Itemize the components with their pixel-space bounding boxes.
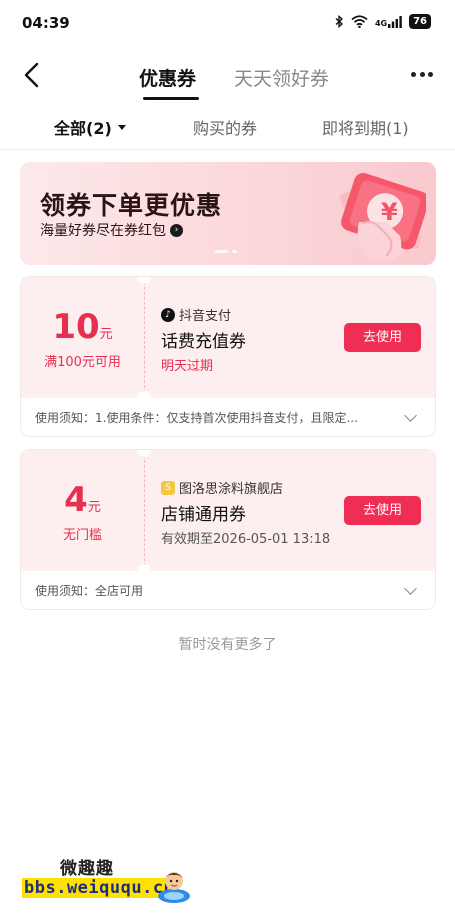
coupon-shop: ♪ 抖音支付: [161, 305, 231, 324]
watermark-url: bbs.weiququ.cn: [22, 878, 177, 898]
back-button[interactable]: [18, 60, 48, 90]
active-tab-indicator: [143, 97, 199, 100]
coupon-amount: 4元: [21, 480, 144, 520]
filter-all[interactable]: 全部(2): [54, 115, 126, 139]
coupon-amount-unit: 元: [99, 327, 113, 342]
coupon-shop-name: 抖音支付: [179, 309, 232, 324]
coupon-info-section: S 图洛思涂料旗舰店 店铺通用券 有效期至2026-05-01 13:18 去使…: [145, 450, 435, 571]
no-more-text: 暂时没有更多了: [178, 637, 277, 653]
coupon-name: 话费充值券: [161, 332, 246, 352]
chevron-down-icon: [404, 409, 417, 422]
wifi-icon: [351, 15, 368, 28]
filter-bar: 全部(2) 购买的券 即将到期(1): [0, 112, 455, 148]
tab-coupons[interactable]: 优惠券: [139, 64, 196, 91]
watermark-title: 微趣趣: [60, 859, 114, 879]
coupon-card: 4元 无门槛 S 图洛思涂料旗舰店 店铺通用券 有效期至2026-05-01 1…: [20, 449, 436, 610]
chevron-down-icon: [404, 582, 417, 595]
coupon-hand-illustration: ¥: [339, 172, 426, 260]
coupon-amount-value: 4: [64, 480, 88, 520]
coupon-shop: S 图洛思涂料旗舰店: [161, 478, 283, 497]
coupon-notice-text: 使用须知：全店可用: [35, 584, 144, 598]
coupon-card: 10元 满100元可用 ♪ 抖音支付 话费充值券 明天过期 去使用 使用须知：1…: [20, 276, 436, 437]
battery-icon: 76: [409, 14, 431, 29]
divider: [0, 149, 455, 150]
network-label: 4G: [374, 18, 388, 28]
banner-subtitle: 海量好券尽在券红包: [40, 223, 166, 239]
use-coupon-button[interactable]: 去使用: [344, 323, 421, 352]
signal-icon: [388, 15, 402, 28]
coupon-info-section: ♪ 抖音支付 话费充值券 明天过期 去使用: [145, 277, 435, 398]
coupon-value-section: 4元 无门槛: [21, 450, 144, 571]
douyin-icon: ♪: [161, 307, 175, 322]
yuan-symbol: ¥: [381, 198, 398, 226]
coupon-body: 10元 满100元可用 ♪ 抖音支付 话费充值券 明天过期 去使用: [21, 277, 435, 405]
filter-purchased[interactable]: 购买的券: [193, 115, 257, 139]
coupon-notice-text: 使用须知：1.使用条件：仅支持首次使用抖音支付，且限定...: [35, 411, 358, 425]
status-icons: 4G 76: [335, 14, 431, 29]
coupon-shop-name: 图洛思涂料旗舰店: [179, 482, 284, 497]
caret-down-icon: [117, 124, 126, 130]
banner-subtitle-link[interactable]: 海量好券尽在券红包 ›: [40, 220, 183, 240]
carousel-dots: [214, 250, 237, 253]
use-coupon-button[interactable]: 去使用: [344, 496, 421, 525]
coupon-amount: 10元: [21, 307, 144, 347]
coupon-notice[interactable]: 使用须知：全店可用: [21, 571, 435, 609]
coupon-name: 店铺通用券: [161, 505, 246, 525]
carousel-dot: [232, 250, 237, 253]
status-bar: 04:39 4G 76: [0, 0, 455, 46]
coupon-body: 4元 无门槛 S 图洛思涂料旗舰店 店铺通用券 有效期至2026-05-01 1…: [21, 450, 435, 578]
carousel-dot-active: [214, 250, 228, 253]
filter-all-label: 全部(2): [54, 119, 112, 138]
coupon-notice[interactable]: 使用须知：1.使用条件：仅支持首次使用抖音支付，且限定...: [21, 398, 435, 436]
tab-daily-coupons[interactable]: 天天领好券: [234, 64, 329, 91]
more-dot-icon: [411, 71, 416, 77]
more-dot-icon: [428, 71, 433, 77]
coupon-condition: 无门槛: [62, 528, 102, 543]
bluetooth-icon: [335, 15, 344, 28]
mascot-icon: [158, 872, 190, 903]
store-icon: S: [161, 480, 175, 495]
more-menu-button[interactable]: [411, 64, 433, 84]
status-time: 04:39: [22, 14, 70, 32]
coupon-expire: 明天过期: [161, 359, 214, 374]
more-dot-icon: [419, 71, 425, 77]
coupon-condition: 满100元可用: [44, 355, 121, 370]
coupon-amount-value: 10: [52, 307, 100, 347]
coupon-expire: 有效期至2026-05-01 13:18: [161, 532, 331, 547]
filter-expiring[interactable]: 即将到期(1): [322, 115, 409, 139]
banner-title: 领券下单更优惠: [40, 191, 223, 220]
promo-banner[interactable]: 领券下单更优惠 海量好券尽在券红包 › ¥: [20, 162, 436, 265]
back-arrow-icon: [24, 62, 39, 88]
coupon-value-section: 10元 满100元可用: [21, 277, 144, 398]
network-type-icon: 4G: [374, 15, 402, 28]
coupon-amount-unit: 元: [87, 500, 101, 515]
header: 优惠券 天天领好券: [0, 52, 455, 100]
arrow-right-icon: ›: [170, 223, 183, 237]
